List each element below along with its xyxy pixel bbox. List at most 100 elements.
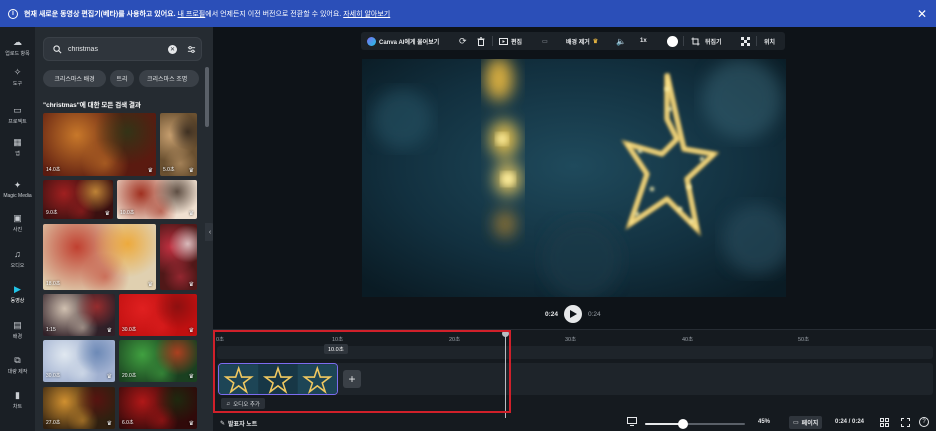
rail-item-label: 배경 (12, 334, 23, 340)
rail-item-label: 동영상 (10, 298, 25, 304)
fullscreen-icon[interactable] (901, 418, 910, 429)
edit-button[interactable]: 편집 (499, 32, 522, 50)
result-thumbnail[interactable]: 14.0초 ♛ (43, 113, 156, 176)
banner-learn-more-link[interactable]: 자세히 알아보기 (343, 9, 390, 19)
apps-icon: ▦ (13, 137, 22, 147)
rail-item-3[interactable]: ▦ 앱 (0, 137, 35, 157)
grid-view-icon[interactable] (880, 418, 889, 429)
thumbnail-duration: 14.0초 (46, 167, 61, 173)
rail-item-1[interactable]: ✧ 도구 (0, 67, 35, 87)
time-readout: 0:24 / 0:24 (835, 419, 865, 425)
edit-video-icon (499, 37, 508, 45)
results-title: "christmas"에 대한 모든 검색 결과 (43, 102, 141, 109)
beta-banner: i 현재 새로운 동영상 편집기(베타)를 사용하고 있어요. 내 프로필 에서… (0, 0, 936, 27)
rail-item-label: 사진 (12, 227, 23, 233)
clear-search-icon[interactable]: ✕ (168, 45, 177, 54)
rail-item-label: 오디오 (10, 263, 25, 269)
rail-item-label: 차트 (12, 404, 23, 410)
result-thumbnail[interactable]: 18.0초 ♛ (43, 224, 156, 290)
flip-button[interactable]: 뒤집기 (705, 32, 722, 50)
play-icon (569, 310, 577, 318)
ask-ai-button[interactable]: Canva AI에게 물어보기 (367, 32, 439, 50)
crown-icon: ♛ (188, 374, 194, 380)
rail-item-9[interactable]: ⧉ 대량 제작 (0, 355, 35, 375)
music-icon: ♫ (14, 249, 21, 259)
banner-profile-link[interactable]: 내 프로필 (178, 9, 206, 19)
rail-item-5[interactable]: ▣ 사진 (0, 213, 35, 233)
thumbnail-duration: 5.0초 (163, 167, 175, 173)
thumbnail-duration: 27.0초 (46, 420, 61, 426)
rail-item-8[interactable]: ▤ 배경 (0, 320, 35, 340)
notes-button[interactable]: ✎ 발표자 노트 (220, 419, 257, 428)
play-button[interactable] (564, 305, 583, 323)
video-canvas[interactable] (362, 59, 786, 297)
info-icon: i (8, 8, 18, 19)
position-button[interactable]: 위치 (764, 32, 775, 50)
crown-icon: ♛ (188, 168, 194, 174)
video-icon: ▶ (14, 284, 21, 294)
result-thumbnail[interactable]: 9.0초 ♛ (43, 180, 113, 219)
tick-50: 50초 (798, 337, 810, 343)
tools-icon: ✧ (13, 67, 22, 77)
crown-icon: ♛ (106, 328, 112, 334)
rail-item-label: 대량 제작 (7, 369, 28, 375)
thumbnail-duration: 20.0초 (122, 373, 137, 379)
rail-item-10[interactable]: ▮ 차트 (0, 390, 35, 410)
result-thumbnail[interactable]: ♛ (160, 224, 197, 290)
crown-icon: ♛ (147, 168, 153, 174)
search-input[interactable] (68, 43, 163, 56)
thumbnail-duration: 30.0초 (122, 327, 137, 333)
filter-icon[interactable] (187, 45, 196, 54)
result-thumbnail[interactable]: 10.0초 ♛ (117, 180, 197, 219)
zoom-slider-knob[interactable] (678, 419, 688, 429)
zoom-slider[interactable] (645, 419, 745, 429)
rail-item-6[interactable]: ♫ 오디오 (0, 249, 35, 269)
editor-main: Canva AI에게 물어보기 ⟳ 편집 ▭ 배경 제거 ♛ 🔈 1x 뒤집기 (213, 27, 936, 431)
result-thumbnail[interactable]: 1:15 ♛ (43, 294, 115, 336)
page-button[interactable]: ▭ 페이지 (789, 416, 823, 429)
result-thumbnail[interactable]: 30.0초 ♛ (43, 340, 115, 382)
zoom-value[interactable]: 45% (758, 419, 770, 425)
result-thumbnail[interactable]: 5.0초 ♛ (160, 113, 197, 176)
rail-item-0[interactable]: ☁ 업로드 항목 (0, 37, 35, 57)
speed-button[interactable]: 1x (640, 32, 647, 50)
rail-item-2[interactable]: ▭ 프로젝트 (0, 105, 35, 125)
replace-icon[interactable]: ⟳ (459, 32, 467, 50)
close-icon[interactable]: ✕ (917, 7, 927, 21)
result-thumbnail[interactable]: 6.0초 ♛ (119, 387, 197, 429)
search-panel: ✕ 크리스마스 배경 트리 크리스마스 조명 "christmas"에 대한 모… (35, 27, 213, 431)
rail-item-4[interactable]: ✦ Magic Media (0, 180, 35, 199)
chip-christmas-lights[interactable]: 크리스마스 조명 (139, 70, 199, 87)
crop-icon[interactable] (691, 32, 700, 50)
flip-label: 뒤집기 (705, 39, 722, 46)
result-thumbnail[interactable]: 27.0초 ♛ (43, 387, 115, 429)
bg-remove-button[interactable]: 배경 제거 ♛ (566, 32, 598, 50)
current-time: 0:24 (545, 310, 559, 318)
crown-icon: ♛ (147, 282, 153, 288)
crown-icon: ♛ (106, 374, 112, 380)
scrollbar[interactable] (205, 67, 209, 127)
cloud-upload-icon: ☁ (13, 37, 22, 47)
crown-icon: ♛ (104, 211, 110, 217)
help-icon[interactable]: ? (919, 417, 929, 427)
monitor-icon[interactable] (627, 417, 637, 428)
canva-ai-icon (367, 36, 376, 46)
folder-icon: ▭ (13, 105, 22, 115)
volume-icon[interactable]: 🔈 (616, 32, 626, 50)
rail-item-7[interactable]: ▶ 동영상 (0, 284, 35, 304)
crown-icon: ♛ (188, 421, 194, 427)
result-thumbnail[interactable]: 30.0초 ♛ (119, 294, 197, 336)
total-time: 0:24 (588, 310, 601, 318)
thumbnail-duration: 6.0초 (122, 420, 134, 426)
result-thumbnail[interactable]: 20.0초 ♛ (119, 340, 197, 382)
crown-icon: ♛ (592, 38, 599, 45)
trash-icon[interactable] (477, 32, 485, 50)
color-swatch[interactable] (667, 32, 678, 50)
notes-label: 발표자 노트 (228, 422, 258, 428)
left-rail: ☁ 업로드 항목 ✧ 도구 ▭ 프로젝트 ▦ 앱 ✦ Magic Media ▣ 사진 ♫ 오디오 ▶ 동영상… (0, 27, 35, 431)
bottom-bar: ✎ 발표자 노트 45% ▭ 페이지 0:24 / 0:24 ? (213, 416, 936, 431)
chip-tree[interactable]: 트리 (110, 70, 134, 87)
chip-christmas-bg[interactable]: 크리스마스 배경 (43, 70, 106, 87)
search-box[interactable]: ✕ (43, 37, 202, 61)
transparency-icon[interactable] (741, 32, 750, 50)
